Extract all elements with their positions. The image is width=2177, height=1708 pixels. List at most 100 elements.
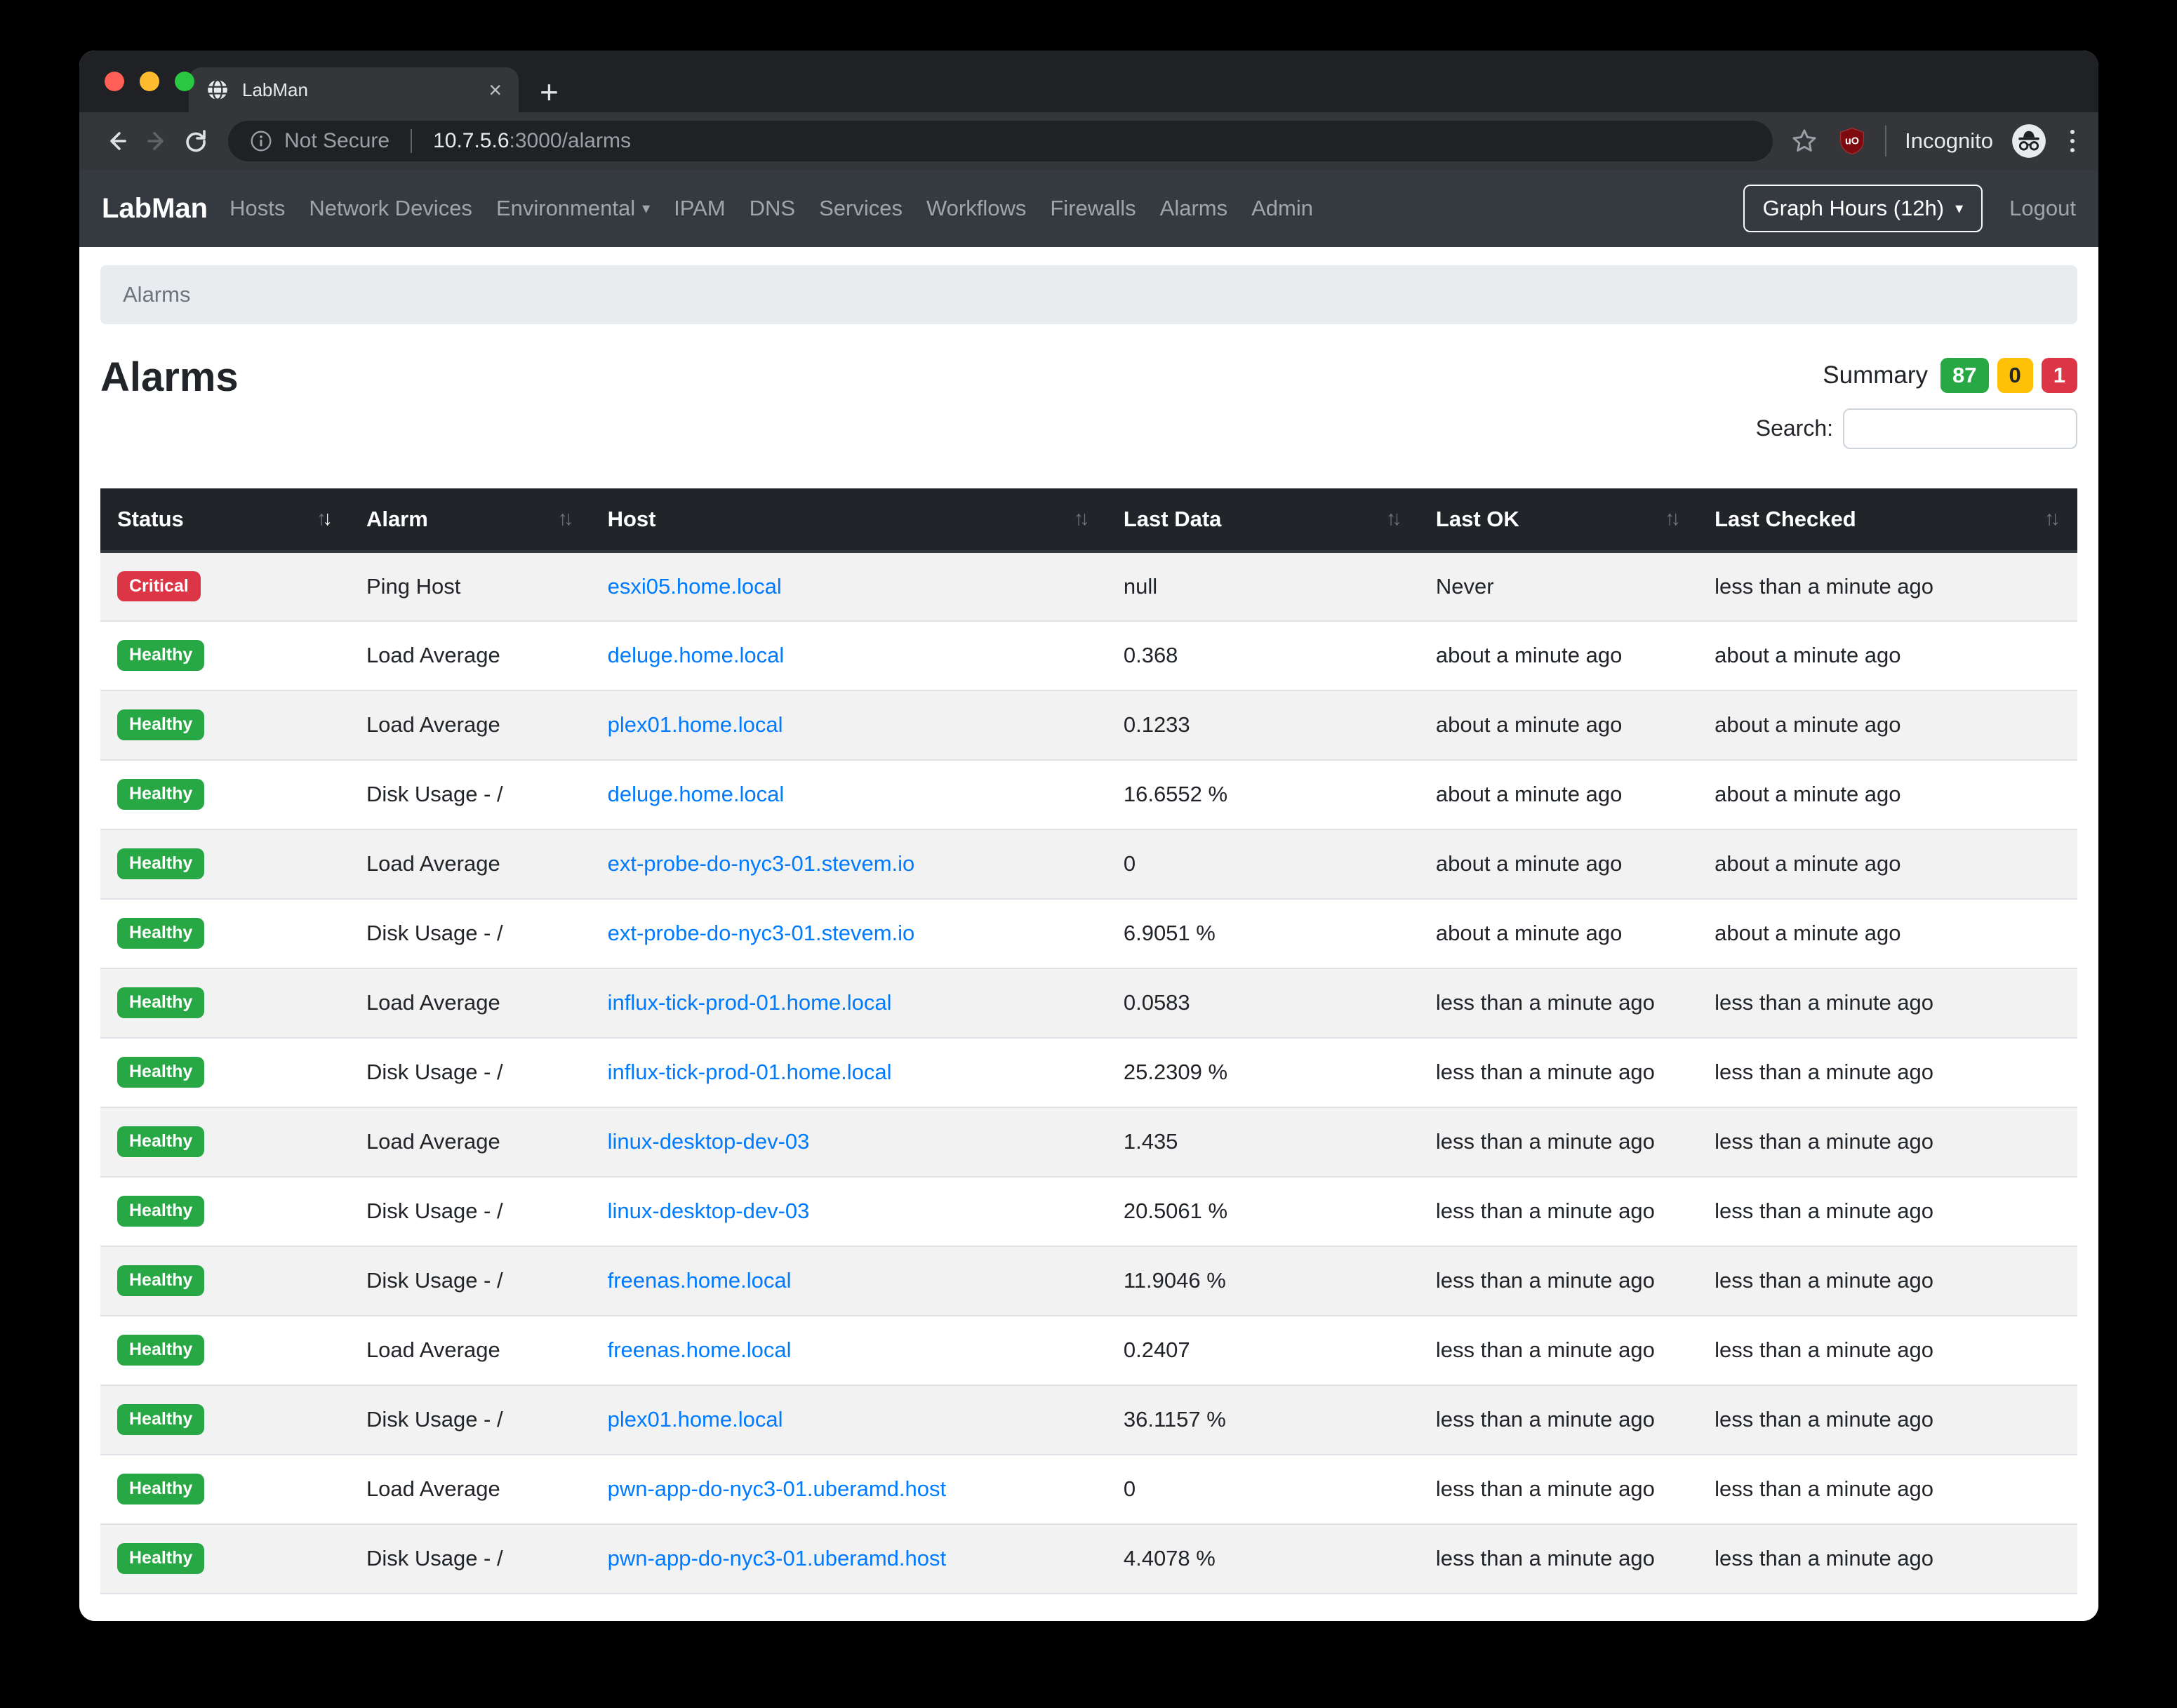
alarm-type: Disk Usage - / (349, 1385, 591, 1455)
graph-hours-dropdown[interactable]: Graph Hours (12h) ▾ (1743, 185, 1983, 232)
nav-item[interactable]: Alarms (1148, 196, 1239, 221)
sort-icon: ↑↓ (2044, 507, 2061, 531)
browser-menu-icon[interactable] (2065, 130, 2080, 152)
column-header[interactable]: Last Data ↑↓ (1107, 488, 1419, 552)
host-link[interactable]: freenas.home.local (608, 1268, 792, 1293)
last-ok: less than a minute ago (1419, 1385, 1698, 1455)
table-row: Healthy Load Average influx-tick-prod-01… (100, 968, 2077, 1038)
host-link[interactable]: esxi05.home.local (608, 574, 782, 599)
last-data: 0 (1107, 829, 1419, 899)
column-label: Last Data (1124, 507, 1222, 532)
host-link[interactable]: pwn-app-do-nyc3-01.uberamd.host (608, 1476, 947, 1501)
nav-item-label: Firewalls (1050, 196, 1136, 221)
last-checked: about a minute ago (1698, 621, 2077, 690)
back-icon[interactable] (98, 121, 137, 161)
last-ok: less than a minute ago (1419, 1107, 1698, 1177)
table-row: Healthy Disk Usage - / influx-tick-prod-… (100, 1038, 2077, 1107)
last-ok: about a minute ago (1419, 899, 1698, 968)
caret-down-icon: ▾ (1955, 199, 1963, 218)
globe-favicon-icon (206, 78, 229, 102)
status-badge: Healthy (117, 1265, 204, 1296)
table-row: Healthy Disk Usage - / linux-desktop-dev… (100, 1177, 2077, 1246)
column-header[interactable]: Alarm ↑↓ (349, 488, 591, 552)
host-link[interactable]: pwn-app-do-nyc3-01.uberamd.host (608, 1546, 947, 1570)
column-label: Host (608, 507, 656, 532)
last-data: 25.2309 % (1107, 1038, 1419, 1107)
host-link[interactable]: deluge.home.local (608, 643, 785, 667)
last-ok: less than a minute ago (1419, 1524, 1698, 1594)
nav-item[interactable]: IPAM (662, 196, 738, 221)
host-link[interactable]: influx-tick-prod-01.home.local (608, 990, 892, 1015)
column-header[interactable]: Last OK ↑↓ (1419, 488, 1698, 552)
last-checked: less than a minute ago (1698, 1316, 2077, 1385)
last-data: 0.0583 (1107, 968, 1419, 1038)
omnibox-divider (411, 129, 412, 153)
table-header-row: Status ↑↓ Alarm ↑↓ Host ↑↓ Last Dat (100, 488, 2077, 552)
sort-icon: ↑↓ (1386, 507, 1402, 531)
nav-item[interactable]: Hosts (218, 196, 297, 221)
ublock-extension-icon[interactable]: uO (1837, 126, 1867, 156)
column-label: Status (117, 507, 184, 532)
sort-icon: ↑↓ (1074, 507, 1090, 531)
alarm-type: Disk Usage - / (349, 760, 591, 829)
host-link[interactable]: freenas.home.local (608, 1337, 792, 1362)
nav-item[interactable]: Firewalls (1038, 196, 1147, 221)
nav-item[interactable]: Admin (1239, 196, 1325, 221)
url-path: :3000/alarms (510, 129, 631, 152)
nav-item[interactable]: Services (807, 196, 914, 221)
sort-icon: ↑↓ (1665, 507, 1681, 531)
host-link[interactable]: deluge.home.local (608, 782, 785, 806)
alarm-type: Disk Usage - / (349, 899, 591, 968)
reload-icon[interactable] (176, 121, 215, 161)
brand-labman[interactable]: LabMan (102, 193, 208, 225)
nav-item-label: Admin (1251, 196, 1313, 221)
table-row: Healthy Load Average pwn-app-do-nyc3-01.… (100, 1455, 2077, 1524)
column-header[interactable]: Status ↑↓ (100, 488, 349, 552)
nav-item-label: Services (819, 196, 903, 221)
host-link[interactable]: influx-tick-prod-01.home.local (608, 1060, 892, 1084)
nav-item-label: Network Devices (309, 196, 472, 221)
nav-item[interactable]: Network Devices (297, 196, 484, 221)
last-data: 0 (1107, 1455, 1419, 1524)
nav-item[interactable]: DNS (738, 196, 807, 221)
table-row: Healthy Load Average linux-desktop-dev-0… (100, 1107, 2077, 1177)
host-link[interactable]: plex01.home.local (608, 1407, 783, 1432)
info-icon[interactable] (249, 129, 273, 153)
nav-item-label: Hosts (229, 196, 285, 221)
graph-hours-label: Graph Hours (12h) (1763, 196, 1944, 221)
nav-item[interactable]: Workflows (914, 196, 1038, 221)
host-link[interactable]: plex01.home.local (608, 712, 783, 737)
column-label: Last Checked (1715, 507, 1856, 532)
nav-item[interactable]: Environmental ▾ (484, 196, 662, 221)
host-link[interactable]: linux-desktop-dev-03 (608, 1129, 810, 1154)
maximize-window-button[interactable] (175, 72, 194, 91)
address-bar[interactable]: Not Secure 10.7.5.6:3000/alarms (228, 121, 1773, 161)
alarm-type: Load Average (349, 1455, 591, 1524)
minimize-window-button[interactable] (140, 72, 159, 91)
incognito-label: Incognito (1905, 128, 1993, 154)
host-link[interactable]: ext-probe-do-nyc3-01.stevem.io (608, 851, 915, 876)
table-row: Healthy Disk Usage - / freenas.home.loca… (100, 1246, 2077, 1316)
last-ok: less than a minute ago (1419, 968, 1698, 1038)
sort-icon: ↑↓ (558, 507, 574, 531)
alarm-type: Disk Usage - / (349, 1177, 591, 1246)
bookmark-star-icon[interactable] (1790, 126, 1819, 156)
host-link[interactable]: linux-desktop-dev-03 (608, 1199, 810, 1223)
host-link[interactable]: ext-probe-do-nyc3-01.stevem.io (608, 921, 915, 945)
alarm-type: Load Average (349, 1107, 591, 1177)
tab-close-icon[interactable]: × (488, 79, 502, 101)
logout-link[interactable]: Logout (2009, 196, 2076, 221)
search-input[interactable] (1843, 408, 2077, 449)
forward-icon[interactable] (137, 121, 176, 161)
last-ok: about a minute ago (1419, 690, 1698, 760)
new-tab-button[interactable]: + (540, 76, 559, 108)
status-badge: Healthy (117, 779, 204, 810)
last-checked: less than a minute ago (1698, 968, 2077, 1038)
last-data: 36.1157 % (1107, 1385, 1419, 1455)
column-header[interactable]: Last Checked ↑↓ (1698, 488, 2077, 552)
status-badge: Healthy (117, 1126, 204, 1157)
column-header[interactable]: Host ↑↓ (591, 488, 1107, 552)
browser-tab[interactable]: LabMan × (189, 67, 519, 112)
tab-title: LabMan (242, 79, 476, 101)
close-window-button[interactable] (105, 72, 124, 91)
